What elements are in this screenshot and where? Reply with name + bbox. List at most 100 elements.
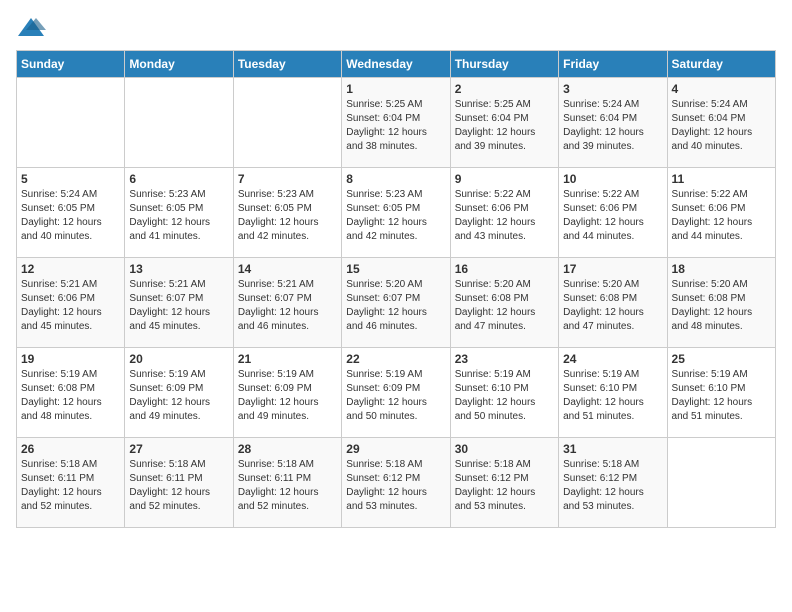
- day-number: 16: [455, 262, 554, 276]
- day-number: 13: [129, 262, 228, 276]
- header-day: Wednesday: [342, 51, 450, 78]
- day-number: 14: [238, 262, 337, 276]
- day-number: 9: [455, 172, 554, 186]
- calendar-cell: 7 Sunrise: 5:23 AMSunset: 6:05 PMDaylight…: [233, 168, 341, 258]
- calendar-cell: 12 Sunrise: 5:21 AMSunset: 6:06 PMDayligh…: [17, 258, 125, 348]
- day-number: 10: [563, 172, 662, 186]
- calendar-cell: 28 Sunrise: 5:18 AMSunset: 6:11 PMDayligh…: [233, 438, 341, 528]
- day-number: 5: [21, 172, 120, 186]
- calendar-week: 12 Sunrise: 5:21 AMSunset: 6:06 PMDayligh…: [17, 258, 776, 348]
- day-number: 21: [238, 352, 337, 366]
- calendar-cell: 6 Sunrise: 5:23 AMSunset: 6:05 PMDaylight…: [125, 168, 233, 258]
- calendar-body: 1 Sunrise: 5:25 AMSunset: 6:04 PMDaylight…: [17, 78, 776, 528]
- day-info: Sunrise: 5:18 AMSunset: 6:12 PMDaylight:…: [455, 458, 554, 514]
- day-number: 30: [455, 442, 554, 456]
- day-info: Sunrise: 5:19 AMSunset: 6:08 PMDaylight:…: [21, 368, 120, 424]
- day-info: Sunrise: 5:19 AMSunset: 6:10 PMDaylight:…: [563, 368, 662, 424]
- day-number: 25: [672, 352, 771, 366]
- calendar-cell: [17, 78, 125, 168]
- calendar-week: 26 Sunrise: 5:18 AMSunset: 6:11 PMDayligh…: [17, 438, 776, 528]
- day-number: 26: [21, 442, 120, 456]
- day-info: Sunrise: 5:23 AMSunset: 6:05 PMDaylight:…: [346, 188, 445, 244]
- day-number: 17: [563, 262, 662, 276]
- calendar-cell: [667, 438, 775, 528]
- calendar-cell: 19Sunrise: 5:19 AMSunset: 6:08 PMDayligh…: [17, 348, 125, 438]
- day-info: Sunrise: 5:18 AMSunset: 6:12 PMDaylight:…: [563, 458, 662, 514]
- day-info: Sunrise: 5:24 AMSunset: 6:04 PMDaylight:…: [563, 98, 662, 154]
- calendar-cell: 31 Sunrise: 5:18 AMSunset: 6:12 PMDayligh…: [559, 438, 667, 528]
- header-day: Monday: [125, 51, 233, 78]
- day-info: Sunrise: 5:18 AMSunset: 6:11 PMDaylight:…: [21, 458, 120, 514]
- day-info: Sunrise: 5:22 AMSunset: 6:06 PMDaylight:…: [563, 188, 662, 244]
- day-number: 6: [129, 172, 228, 186]
- day-info: Sunrise: 5:20 AMSunset: 6:07 PMDaylight:…: [346, 278, 445, 334]
- day-info: Sunrise: 5:23 AMSunset: 6:05 PMDaylight:…: [129, 188, 228, 244]
- day-number: 23: [455, 352, 554, 366]
- calendar-cell: 9 Sunrise: 5:22 AMSunset: 6:06 PMDaylight…: [450, 168, 558, 258]
- calendar-week: 5 Sunrise: 5:24 AMSunset: 6:05 PMDaylight…: [17, 168, 776, 258]
- calendar-cell: 16 Sunrise: 5:20 AMSunset: 6:08 PMDayligh…: [450, 258, 558, 348]
- calendar-cell: 13 Sunrise: 5:21 AMSunset: 6:07 PMDayligh…: [125, 258, 233, 348]
- calendar-cell: 3 Sunrise: 5:24 AMSunset: 6:04 PMDaylight…: [559, 78, 667, 168]
- calendar-cell: 10 Sunrise: 5:22 AMSunset: 6:06 PMDayligh…: [559, 168, 667, 258]
- calendar-cell: 29Sunrise: 5:18 AMSunset: 6:12 PMDayligh…: [342, 438, 450, 528]
- day-info: Sunrise: 5:21 AMSunset: 6:06 PMDaylight:…: [21, 278, 120, 334]
- day-info: Sunrise: 5:25 AMSunset: 6:04 PMDaylight:…: [455, 98, 554, 154]
- day-number: 27: [129, 442, 228, 456]
- day-number: 22: [346, 352, 445, 366]
- day-info: Sunrise: 5:20 AMSunset: 6:08 PMDaylight:…: [455, 278, 554, 334]
- calendar-cell: 18 Sunrise: 5:20 AMSunset: 6:08 PMDayligh…: [667, 258, 775, 348]
- day-info: Sunrise: 5:20 AMSunset: 6:08 PMDaylight:…: [563, 278, 662, 334]
- day-info: Sunrise: 5:18 AMSunset: 6:11 PMDaylight:…: [238, 458, 337, 514]
- day-number: 3: [563, 82, 662, 96]
- calendar-cell: [233, 78, 341, 168]
- calendar-cell: 27 Sunrise: 5:18 AMSunset: 6:11 PMDayligh…: [125, 438, 233, 528]
- day-number: 2: [455, 82, 554, 96]
- calendar-header: SundayMondayTuesdayWednesdayThursdayFrid…: [17, 51, 776, 78]
- logo: [16, 16, 50, 40]
- calendar-table: SundayMondayTuesdayWednesdayThursdayFrid…: [16, 50, 776, 528]
- day-number: 7: [238, 172, 337, 186]
- day-info: Sunrise: 5:19 AMSunset: 6:10 PMDaylight:…: [455, 368, 554, 424]
- calendar-cell: 17 Sunrise: 5:20 AMSunset: 6:08 PMDayligh…: [559, 258, 667, 348]
- day-number: 18: [672, 262, 771, 276]
- day-number: 29: [346, 442, 445, 456]
- header-row: SundayMondayTuesdayWednesdayThursdayFrid…: [17, 51, 776, 78]
- calendar-cell: 30 Sunrise: 5:18 AMSunset: 6:12 PMDayligh…: [450, 438, 558, 528]
- header-day: Sunday: [17, 51, 125, 78]
- day-info: Sunrise: 5:19 AMSunset: 6:09 PMDaylight:…: [346, 368, 445, 424]
- day-number: 28: [238, 442, 337, 456]
- day-info: Sunrise: 5:21 AMSunset: 6:07 PMDaylight:…: [129, 278, 228, 334]
- header-day: Thursday: [450, 51, 558, 78]
- day-number: 4: [672, 82, 771, 96]
- calendar-cell: 25Sunrise: 5:19 AMSunset: 6:10 PMDayligh…: [667, 348, 775, 438]
- day-number: 12: [21, 262, 120, 276]
- logo-icon: [16, 16, 46, 40]
- calendar-cell: 2 Sunrise: 5:25 AMSunset: 6:04 PMDaylight…: [450, 78, 558, 168]
- day-info: Sunrise: 5:20 AMSunset: 6:08 PMDaylight:…: [672, 278, 771, 334]
- day-info: Sunrise: 5:22 AMSunset: 6:06 PMDaylight:…: [455, 188, 554, 244]
- day-info: Sunrise: 5:22 AMSunset: 6:06 PMDaylight:…: [672, 188, 771, 244]
- calendar-cell: 21Sunrise: 5:19 AMSunset: 6:09 PMDayligh…: [233, 348, 341, 438]
- calendar-cell: 8Sunrise: 5:23 AMSunset: 6:05 PMDaylight…: [342, 168, 450, 258]
- calendar-cell: 20Sunrise: 5:19 AMSunset: 6:09 PMDayligh…: [125, 348, 233, 438]
- day-info: Sunrise: 5:23 AMSunset: 6:05 PMDaylight:…: [238, 188, 337, 244]
- calendar-cell: 5 Sunrise: 5:24 AMSunset: 6:05 PMDaylight…: [17, 168, 125, 258]
- header-day: Saturday: [667, 51, 775, 78]
- day-info: Sunrise: 5:24 AMSunset: 6:04 PMDaylight:…: [672, 98, 771, 154]
- day-info: Sunrise: 5:21 AMSunset: 6:07 PMDaylight:…: [238, 278, 337, 334]
- calendar-week: 1 Sunrise: 5:25 AMSunset: 6:04 PMDaylight…: [17, 78, 776, 168]
- day-number: 1: [346, 82, 445, 96]
- day-info: Sunrise: 5:24 AMSunset: 6:05 PMDaylight:…: [21, 188, 120, 244]
- day-info: Sunrise: 5:19 AMSunset: 6:09 PMDaylight:…: [129, 368, 228, 424]
- calendar-cell: 22 Sunrise: 5:19 AMSunset: 6:09 PMDayligh…: [342, 348, 450, 438]
- day-number: 11: [672, 172, 771, 186]
- calendar-cell: 23 Sunrise: 5:19 AMSunset: 6:10 PMDayligh…: [450, 348, 558, 438]
- page-header: [16, 16, 776, 40]
- day-info: Sunrise: 5:25 AMSunset: 6:04 PMDaylight:…: [346, 98, 445, 154]
- calendar-cell: 14 Sunrise: 5:21 AMSunset: 6:07 PMDayligh…: [233, 258, 341, 348]
- day-number: 31: [563, 442, 662, 456]
- header-day: Friday: [559, 51, 667, 78]
- calendar-cell: 26 Sunrise: 5:18 AMSunset: 6:11 PMDayligh…: [17, 438, 125, 528]
- day-info: Sunrise: 5:18 AMSunset: 6:11 PMDaylight:…: [129, 458, 228, 514]
